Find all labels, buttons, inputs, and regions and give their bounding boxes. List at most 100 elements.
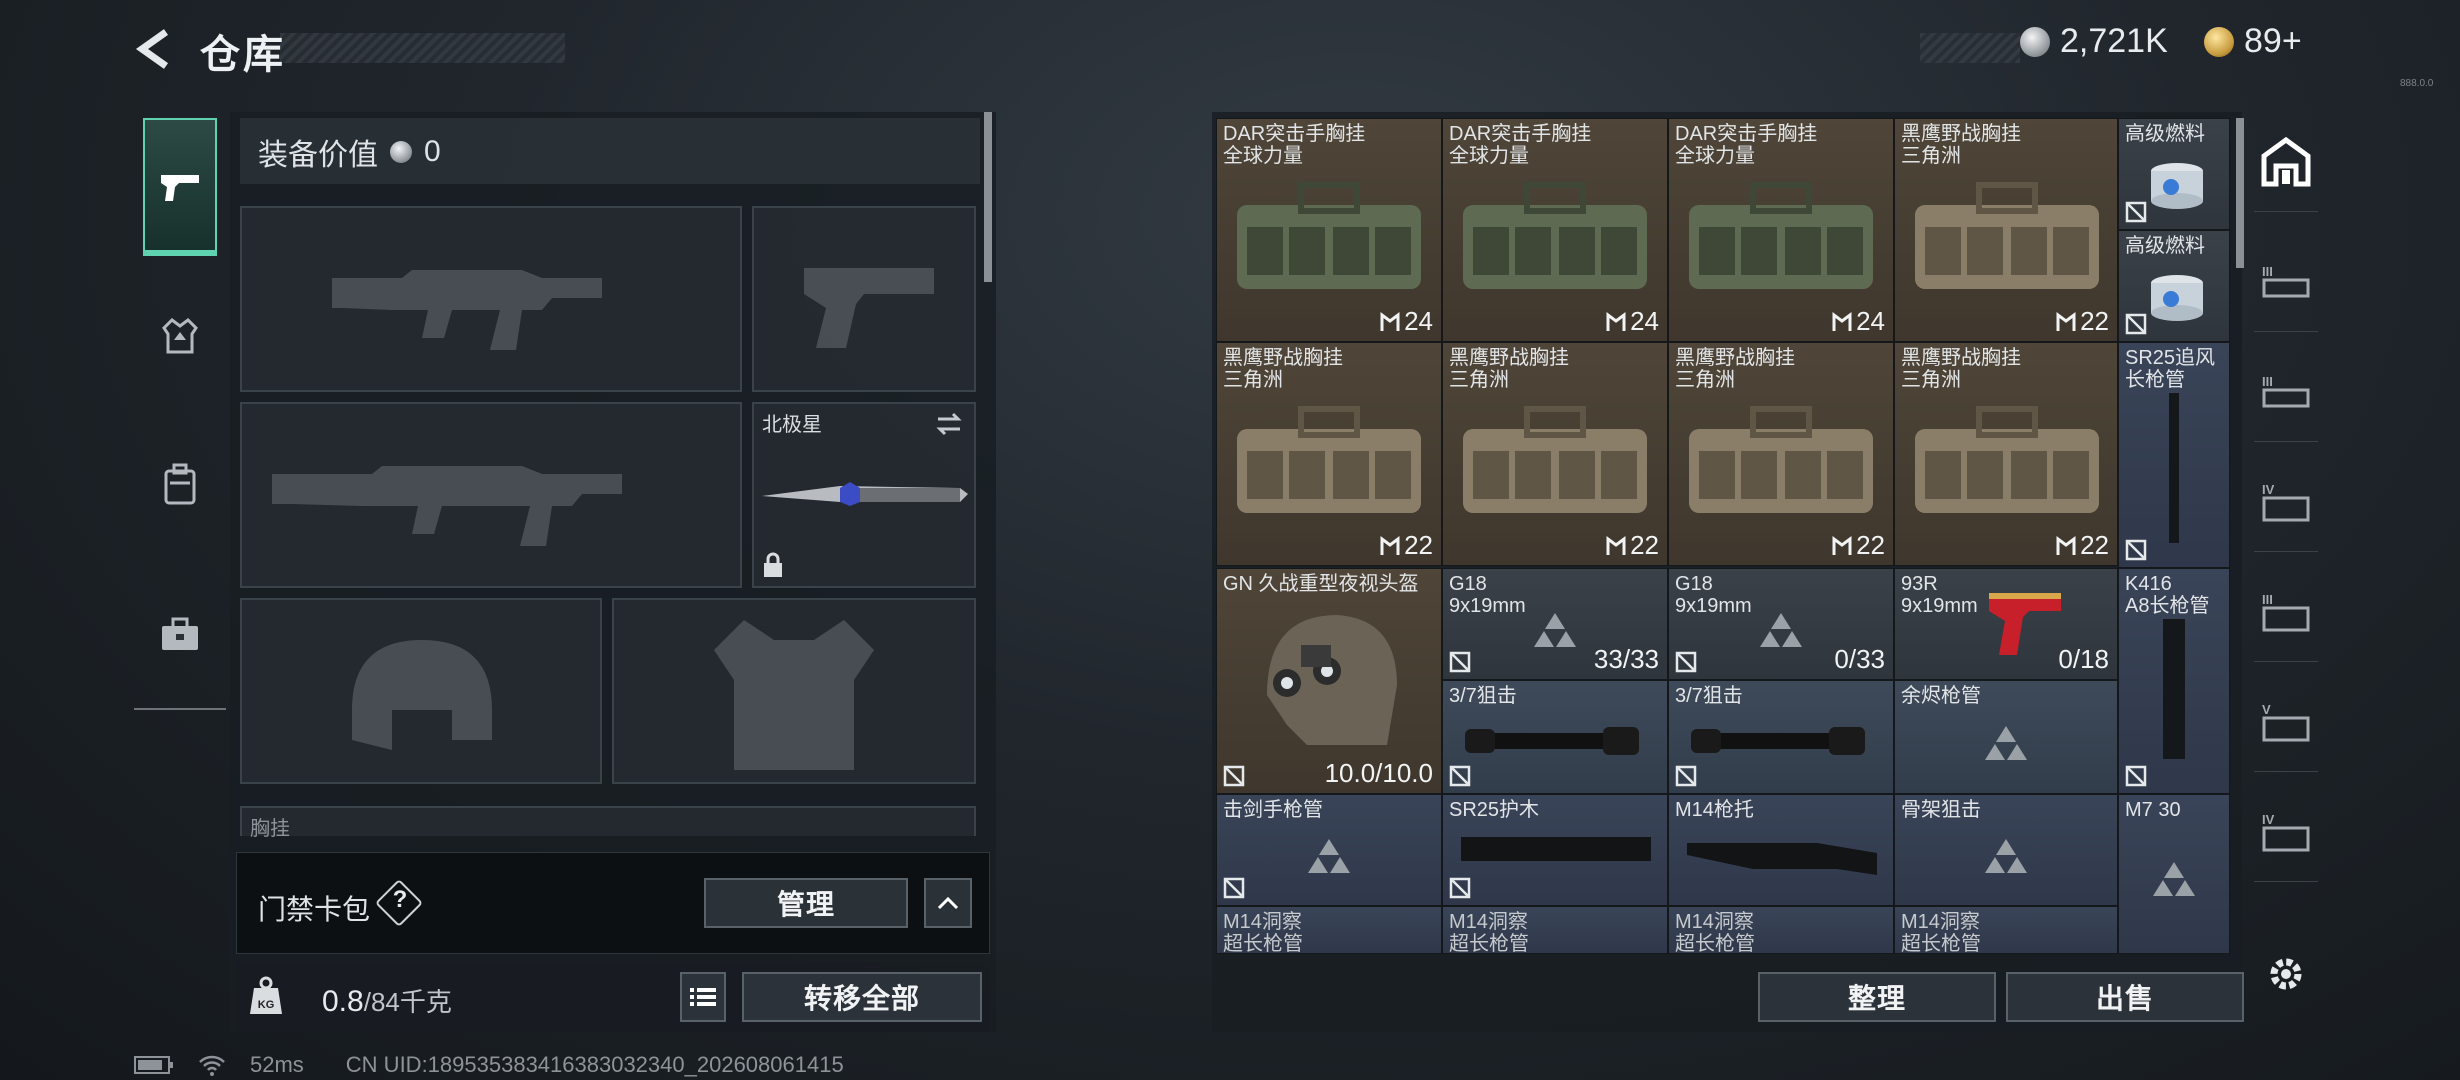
no-trade-icon bbox=[1223, 765, 1245, 787]
storage-tab-4b[interactable]: IV bbox=[2254, 782, 2318, 882]
item-cell-g18[interactable]: G18 9x19mm 33/33 bbox=[1442, 568, 1668, 680]
chest-rig-bag-icon bbox=[1689, 182, 1873, 289]
list-view-button[interactable] bbox=[680, 972, 726, 1022]
settings-gear-icon[interactable] bbox=[2264, 952, 2308, 996]
item-cell-sword-barrel[interactable]: 击剑手枪管 bbox=[1216, 794, 1442, 906]
storage-scrollbar[interactable] bbox=[2236, 118, 2244, 268]
item-cell-chest-rig[interactable]: DAR突击手胸挂 全球力量 24 bbox=[1216, 118, 1442, 342]
item-cell-chest-rig[interactable]: 黑鹰野战胸挂 三角洲 22 bbox=[1442, 342, 1668, 566]
storage-tab-4[interactable]: IV bbox=[2254, 452, 2318, 552]
capacity-icon bbox=[2056, 535, 2076, 555]
item-cell-helmet[interactable]: GN 久战重型夜视头盔 10.0/10.0 bbox=[1216, 568, 1442, 794]
item-cell-skeleton-sniper[interactable]: 骨架狙击 bbox=[1894, 794, 2118, 906]
primary-weapon-slot[interactable] bbox=[240, 206, 742, 392]
storage-tab-5[interactable]: V bbox=[2254, 672, 2318, 772]
item-cell-fuel[interactable]: 高级燃料 bbox=[2118, 230, 2230, 342]
item-cell-chest-rig[interactable]: 黑鹰野战胸挂 三角洲 22 bbox=[1216, 342, 1442, 566]
item-cell-93r[interactable]: 93R 9x19mm 0/18 bbox=[1894, 568, 2118, 680]
rifle-silhouette-icon bbox=[332, 270, 602, 350]
placeholder-triangle-icon bbox=[1534, 612, 1576, 647]
body-armor-slot[interactable] bbox=[612, 598, 976, 784]
chest-rig-bag-icon bbox=[1689, 406, 1873, 513]
item-cell-chest-rig[interactable]: DAR突击手胸挂 全球力量 24 bbox=[1668, 118, 1894, 342]
chest-rig-bag-icon bbox=[1463, 406, 1647, 513]
storage-tab-all[interactable] bbox=[2254, 112, 2318, 212]
item-cell-m7[interactable]: M7 30 bbox=[2118, 794, 2230, 954]
chevron-up-icon bbox=[937, 896, 959, 910]
rack-4-icon: IV bbox=[2262, 812, 2310, 851]
item-cell-scope[interactable]: 3/7狙击 bbox=[1442, 680, 1668, 794]
svg-text:III: III bbox=[2262, 592, 2273, 607]
swap-icon[interactable] bbox=[934, 412, 964, 436]
help-icon-glyph: ? bbox=[392, 886, 408, 913]
item-cell-scope[interactable]: 3/7狙击 bbox=[1668, 680, 1894, 794]
placeholder-triangle-icon bbox=[1760, 612, 1802, 647]
melee-slot[interactable]: 北极星 bbox=[752, 402, 976, 588]
silver-amount: 2,721K bbox=[2060, 22, 2168, 60]
secondary-weapon-slot[interactable] bbox=[752, 206, 976, 392]
capacity-count: 24 bbox=[1832, 306, 1885, 337]
item-name: 骨架狙击 bbox=[1901, 799, 1981, 821]
item-name: 黑鹰野战胸挂 三角洲 bbox=[1223, 347, 1343, 391]
item-cell-fuel[interactable]: 高级燃料 bbox=[2118, 118, 2230, 230]
case-tab[interactable] bbox=[144, 598, 216, 670]
sort-button[interactable]: 整理 bbox=[1758, 972, 1996, 1022]
item-cell-m14-barrel[interactable]: M14洞察 超长枪管 bbox=[1894, 906, 2118, 954]
gold-currency[interactable]: 89+ bbox=[2204, 22, 2302, 61]
ammo-count: 0/18 bbox=[2058, 644, 2109, 674]
capacity-icon bbox=[2056, 311, 2076, 331]
item-name: SR25护木 bbox=[1449, 799, 1540, 821]
ammo-count: 0/33 bbox=[1834, 644, 1885, 674]
item-cell-chest-rig[interactable]: DAR突击手胸挂 全球力量 24 bbox=[1442, 118, 1668, 342]
weapon-tab[interactable] bbox=[143, 118, 217, 256]
item-cell-chest-rig[interactable]: 黑鹰野战胸挂 三角洲 22 bbox=[1894, 118, 2118, 342]
item-cell-m14-barrel[interactable]: M14洞察 超长枪管 bbox=[1216, 906, 1442, 954]
no-trade-icon bbox=[1223, 877, 1245, 899]
scope-icon bbox=[1691, 727, 1865, 755]
sell-button[interactable]: 出售 bbox=[2006, 972, 2244, 1022]
gold-amount: 89+ bbox=[2244, 22, 2302, 60]
pistol-93r-icon bbox=[1989, 593, 2061, 655]
expand-button[interactable] bbox=[924, 878, 972, 928]
item-cell-k416-barrel[interactable]: K416 A8长枪管 bbox=[2118, 568, 2230, 794]
placeholder-triangle-icon bbox=[1985, 838, 2027, 873]
capacity-count: 22 bbox=[1606, 530, 1659, 561]
briefcase-icon bbox=[162, 617, 198, 650]
capacity-icon bbox=[1606, 535, 1626, 555]
chest-rig-slot[interactable]: 胸挂 bbox=[240, 806, 976, 840]
item-name: DAR突击手胸挂 全球力量 bbox=[1223, 123, 1366, 167]
placeholder-triangle-icon bbox=[1985, 725, 2027, 760]
item-cell-g18[interactable]: G18 9x19mm 0/33 bbox=[1668, 568, 1894, 680]
item-cell-ember-barrel[interactable]: 余烬枪管 bbox=[1894, 680, 2118, 794]
equipment-value-label: 装备价值 bbox=[258, 139, 378, 172]
capacity-icon bbox=[1380, 311, 1400, 331]
capacity-icon bbox=[1380, 535, 1400, 555]
item-name: 黑鹰野战胸挂 三角洲 bbox=[1675, 347, 1795, 391]
transfer-all-button[interactable]: 转移全部 bbox=[742, 972, 982, 1022]
storage-tab-3[interactable]: III bbox=[2254, 232, 2318, 332]
durability-text: 10.0/10.0 bbox=[1324, 758, 1433, 788]
loadout-scrollbar[interactable] bbox=[984, 112, 992, 282]
item-cell-sr25-handguard[interactable]: SR25护木 bbox=[1442, 794, 1668, 906]
item-cell-m14-barrel[interactable]: M14洞察 超长枪管 bbox=[1442, 906, 1668, 954]
item-cell-chest-rig[interactable]: 黑鹰野战胸挂 三角洲 22 bbox=[1894, 342, 2118, 566]
secondary-rifle-slot[interactable] bbox=[240, 402, 742, 588]
item-cell-m14-barrel[interactable]: M14洞察 超长枪管 bbox=[1668, 906, 1894, 954]
wifi-icon bbox=[199, 1055, 225, 1076]
item-name: 击剑手枪管 bbox=[1223, 799, 1323, 821]
back-arrow-icon[interactable] bbox=[132, 26, 178, 72]
storage-tab-3b[interactable]: III bbox=[2254, 342, 2318, 442]
no-trade-icon bbox=[1675, 651, 1697, 673]
manage-button[interactable]: 管理 bbox=[704, 878, 908, 928]
armor-tab[interactable] bbox=[144, 300, 216, 372]
item-cell-chest-rig[interactable]: 黑鹰野战胸挂 三角洲 22 bbox=[1668, 342, 1894, 566]
rack-3-icon: III bbox=[2262, 592, 2310, 631]
item-cell-sr25-barrel[interactable]: SR25追风 长枪管 bbox=[2118, 342, 2230, 568]
storage-tab-3c[interactable]: III bbox=[2254, 562, 2318, 662]
status-bar: 52ms CN UID:18953538341638303234​0_20260… bbox=[134, 1052, 844, 1078]
no-trade-icon bbox=[2125, 765, 2147, 787]
item-name: GN 久战重型夜视头盔 bbox=[1223, 573, 1419, 595]
backpack-tab[interactable] bbox=[144, 448, 216, 520]
item-cell-m14-stock[interactable]: M14枪托 bbox=[1668, 794, 1894, 906]
helmet-slot[interactable] bbox=[240, 598, 602, 784]
